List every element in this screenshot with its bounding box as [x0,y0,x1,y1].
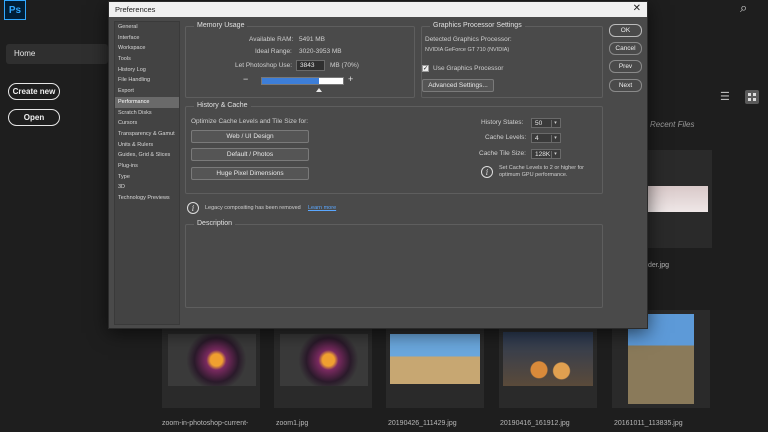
history-states-label: History States: [481,119,524,126]
nav-item-technology-previews[interactable]: Technology Previews [115,193,179,204]
slider-handle[interactable] [315,88,322,92]
use-gpu-checkbox[interactable]: ✓ [422,65,429,72]
recent-file-name: zoom-in-photoshop-current- [162,420,249,427]
group-title: History & Cache [194,102,251,109]
open-button[interactable]: Open [8,109,60,126]
nav-item-file-handling[interactable]: File Handling [115,75,179,86]
ok-button[interactable]: OK [609,24,642,37]
available-ram-label: Available RAM: [249,36,294,43]
nav-item-type[interactable]: Type [115,172,179,183]
history-states-value: 50 [535,120,543,127]
optimize-label: Optimize Cache Levels and Tile Size for: [191,118,309,125]
cancel-button[interactable]: Cancel [609,42,642,55]
info-icon: i [187,202,199,214]
nav-item-tools[interactable]: Tools [115,54,179,65]
advanced-settings-button[interactable]: Advanced Settings... [422,79,494,92]
nav-item-cursors[interactable]: Cursors [115,118,179,129]
huge-pixel-dimensions-button[interactable]: Huge Pixel Dimensions [191,167,309,180]
detected-gpu-label: Detected Graphics Processor: [425,36,512,43]
recent-file-name: zoom1.jpg [276,420,309,427]
thumbnail-image [168,334,256,386]
prev-button[interactable]: Prev [609,60,642,73]
detected-gpu-value: NVIDIA GeForce GT 710 (NVIDIA) [425,47,510,53]
cache-levels-label: Cache Levels: [485,134,527,141]
list-view-icon[interactable]: ☰ [720,91,732,103]
cache-tile-size-select[interactable]: 128K ▾ [531,149,561,159]
nav-item-scratch-disks[interactable]: Scratch Disks [115,108,179,119]
create-new-button[interactable]: Create new [8,83,60,100]
nav-item-plug-ins[interactable]: Plug-ins [115,161,179,172]
learn-more-link[interactable]: Learn more [308,205,336,211]
nav-item-transparency-gamut[interactable]: Transparency & Gamut [115,129,179,140]
web-ui-design-button[interactable]: Web / UI Design [191,130,309,143]
cache-levels-select[interactable]: 4 ▾ [531,133,561,143]
preferences-nav: General Interface Workspace Tools History Lo… [114,21,180,325]
let-photoshop-use-label: Let Photoshop Use: [235,62,293,69]
search-icon[interactable]: ⌕ [740,0,756,16]
nav-item-interface[interactable]: Interface [115,33,179,44]
cache-tile-size-label: Cache Tile Size: [479,150,526,157]
group-title: Description [194,220,236,227]
nav-home[interactable]: Home [6,44,108,64]
group-title: Memory Usage [194,22,248,29]
available-ram-value: 5491 MB [299,36,326,43]
memory-input[interactable]: 3843 [296,60,325,71]
group-title: Graphics Processor Settings [430,22,525,29]
chevron-down-icon: ▾ [551,135,559,142]
chevron-down-icon: ▾ [551,120,559,127]
description-group: Description [185,220,603,308]
grid-view-icon[interactable] [745,90,759,104]
chevron-down-icon: ▾ [551,151,559,158]
dialog-title: Preferences [115,5,156,14]
nav-item-units-rulers[interactable]: Units & Rulers [115,140,179,151]
cache-levels-value: 4 [535,135,539,142]
nav-item-3d[interactable]: 3D [115,182,179,193]
plus-icon[interactable]: + [348,74,353,84]
nav-item-guides-grid-slices[interactable]: Guides, Grid & Slices [115,150,179,161]
close-icon[interactable]: ✕ [633,3,641,14]
memory-slider[interactable] [261,77,344,85]
cache-info-text: Set Cache Levels to 2 or higher for [499,165,584,171]
thumbnail-image [503,332,593,386]
nav-item-history-log[interactable]: History Log [115,65,179,76]
default-photos-button[interactable]: Default / Photos [191,148,309,161]
nav-item-workspace[interactable]: Workspace [115,43,179,54]
cache-tile-size-value: 128K [535,151,551,158]
dialog-titlebar: Preferences ✕ [109,2,647,17]
recent-file-name: 20190416_161912.jpg [500,420,570,427]
thumbnail-image [280,334,368,386]
thumbnail-image [390,334,480,384]
ideal-range-label: Ideal Range: [255,48,292,55]
next-button[interactable]: Next [609,79,642,92]
minus-icon[interactable]: − [243,74,248,84]
memory-unit: MB (70%) [330,62,359,69]
preferences-dialog: Preferences ✕ General Interface Workspace T… [108,1,648,329]
nav-item-export[interactable]: Export [115,86,179,97]
ideal-range-value: 3020-3953 MB [299,48,342,55]
cache-info-text: optimum GPU performance. [499,172,568,178]
legacy-compositing-text: Legacy compositing has been removed [205,205,301,211]
history-states-select[interactable]: 50 ▾ [531,118,561,128]
nav-item-performance[interactable]: Performance [115,96,179,108]
recent-file-name: 20161011_113835.jpg [614,420,683,427]
recent-files-label: Recent Files [650,120,695,129]
photoshop-logo: Ps [4,0,26,20]
recent-file-name: der.jpg [648,262,670,269]
info-icon: i [481,166,493,178]
nav-item-general[interactable]: General [115,22,179,33]
slider-fill [262,78,319,84]
use-gpu-label: Use Graphics Processor [433,65,504,72]
recent-file-name: 20190426_111429.jpg [388,420,457,427]
